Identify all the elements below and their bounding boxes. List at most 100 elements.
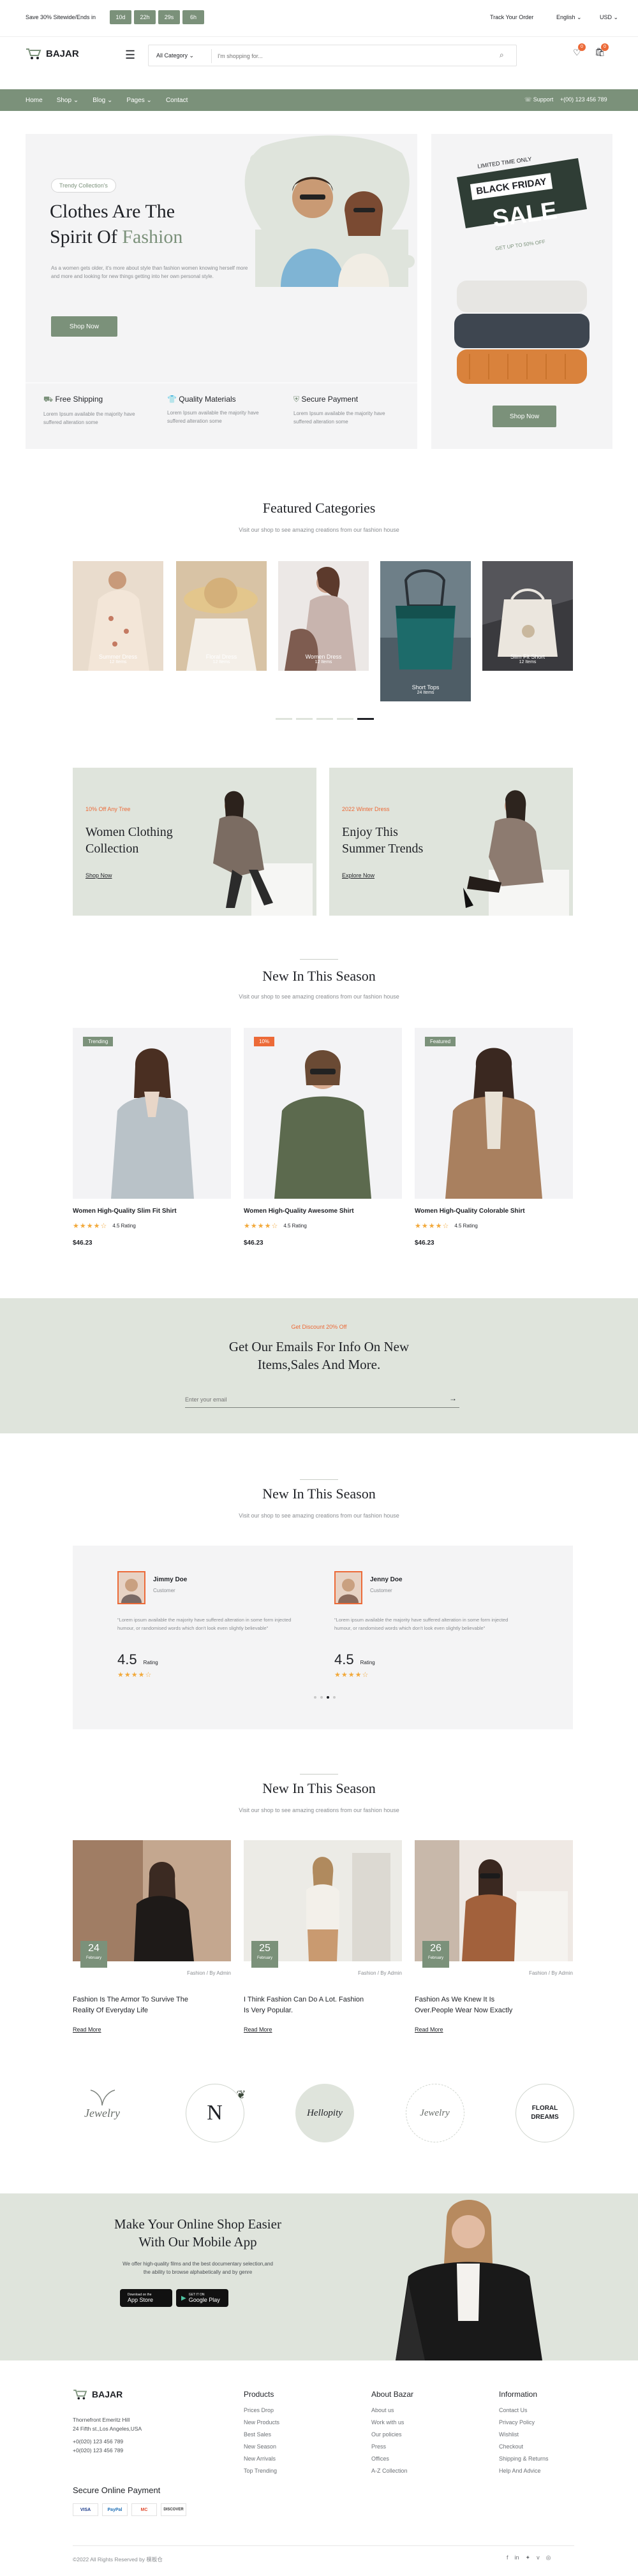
- carousel-dot[interactable]: [276, 718, 292, 720]
- search-icon[interactable]: ⌕: [500, 50, 504, 60]
- blog-card-2[interactable]: 25 February Fashion / By Admin I Think Fa…: [244, 1840, 402, 2044]
- brand-logo-n[interactable]: N ❦: [185, 2084, 246, 2142]
- category-card-4[interactable]: Short Tops 24 Items: [380, 561, 471, 701]
- category-card-2[interactable]: Floral Dress 12 Items: [176, 561, 267, 671]
- nav-shop[interactable]: Shop ⌄: [57, 97, 79, 104]
- footer-link[interactable]: A-Z Collection: [371, 2465, 473, 2477]
- cart-logo-icon: [26, 47, 42, 60]
- nav-contact[interactable]: Contact: [166, 97, 188, 104]
- brand-logo-jewelry[interactable]: Jewelry: [70, 2081, 134, 2145]
- promo-link[interactable]: Shop Now: [85, 872, 112, 879]
- app-store-button[interactable]: Download on the App Store: [120, 2289, 172, 2307]
- hero-title-accent: Fashion: [122, 226, 183, 247]
- footer-link[interactable]: Prices Drop: [244, 2404, 346, 2417]
- date-day: 25: [259, 1943, 271, 1954]
- carousel-dot[interactable]: [314, 1696, 316, 1699]
- read-more-link[interactable]: Read More: [244, 2026, 272, 2033]
- app-store-text: Download on the App Store: [128, 2293, 153, 2303]
- logo[interactable]: BAJAR: [26, 47, 79, 60]
- footer-col-information: Information Contact Us Privacy Policy Wi…: [499, 2389, 601, 2477]
- footer-link[interactable]: New Products: [244, 2417, 346, 2429]
- product-card-3[interactable]: Featured Women High-Quality Colorable Sh…: [415, 1028, 573, 1257]
- twitter-icon[interactable]: ✦: [526, 2554, 531, 2561]
- carousel-dot[interactable]: [337, 718, 353, 720]
- google-play-button[interactable]: ▶ GET IT ON Google Play: [176, 2289, 228, 2307]
- language-select[interactable]: English ⌄: [556, 14, 582, 21]
- feature-free-shipping: ⛟ Free Shipping Lorem Ipsum available th…: [43, 395, 158, 427]
- footer-link[interactable]: Press: [371, 2441, 473, 2453]
- footer-logo[interactable]: BAJAR: [73, 2389, 122, 2400]
- hero-description: As a women gets older, it's more about s…: [51, 265, 248, 279]
- promo-link[interactable]: Explore Now: [342, 872, 375, 879]
- carousel-dot-active[interactable]: [327, 1696, 329, 1699]
- category-select[interactable]: All Category ⌄: [156, 52, 194, 59]
- nav-home[interactable]: Home: [26, 97, 43, 104]
- leaf-icon: [90, 2089, 115, 2106]
- track-order-link[interactable]: Track Your Order: [490, 14, 533, 20]
- product-photo: [445, 1048, 542, 1199]
- support-label: Support: [533, 96, 554, 103]
- category-card-3[interactable]: Women Dress 12 Items: [278, 561, 369, 671]
- product-card-1[interactable]: Trending Women High-Quality Slim Fit Shi…: [73, 1028, 231, 1257]
- footer-link[interactable]: Our policies: [371, 2429, 473, 2441]
- footer-link[interactable]: Shipping & Returns: [499, 2453, 601, 2465]
- title-divider: [300, 1479, 338, 1480]
- product-image: [73, 1028, 231, 1199]
- category-card-5[interactable]: Slim Fit Short 12 Items: [482, 561, 573, 671]
- footer-link[interactable]: Top Trending: [244, 2465, 346, 2477]
- menu-icon[interactable]: ☰: [125, 48, 135, 62]
- countdown-days: 10d: [110, 10, 131, 24]
- paypal-icon: PayPal: [102, 2503, 128, 2516]
- copyright: ©2022 All Rights Reserved by 模板仓: [73, 2556, 163, 2563]
- footer-link[interactable]: Help And Advice: [499, 2465, 601, 2477]
- read-more-link[interactable]: Read More: [415, 2026, 443, 2033]
- nav-blog[interactable]: Blog ⌄: [93, 97, 112, 104]
- carousel-dot[interactable]: [333, 1696, 336, 1699]
- currency-select[interactable]: USD ⌄: [600, 14, 618, 21]
- promo-text: Save 30% Sitewide/Ends in: [26, 14, 96, 20]
- footer-link[interactable]: Privacy Policy: [499, 2417, 601, 2429]
- footer-link[interactable]: Contact Us: [499, 2404, 601, 2417]
- linkedin-icon[interactable]: in: [515, 2554, 519, 2561]
- blog-card-1[interactable]: 24 February Fashion / By Admin Fashion Is…: [73, 1840, 231, 2044]
- arrow-right-icon[interactable]: →: [449, 1394, 457, 1403]
- testimonials-panel: Jimmy Doe Customer "Lorem ipsum availabl…: [73, 1546, 573, 1729]
- blog-meta: Fashion / By Admin: [529, 1970, 573, 1976]
- product-card-2[interactable]: 10% Women High-Quality Awesome Shirt ★★★…: [244, 1028, 402, 1257]
- support[interactable]: ☏ Support +(00) 123 456 789: [524, 96, 607, 103]
- blog-date: 25 February: [251, 1941, 278, 1968]
- footer-link[interactable]: Best Sales: [244, 2429, 346, 2441]
- rating-label: 4.5 Rating: [283, 1223, 307, 1229]
- hero-shop-now-button[interactable]: Shop Now: [51, 316, 117, 337]
- brand-logo-floral-dreams[interactable]: FLORAL DREAMS: [516, 2084, 574, 2142]
- instagram-icon[interactable]: ◎: [546, 2554, 551, 2561]
- nav-pages[interactable]: Pages ⌄: [126, 97, 152, 104]
- secure-payment-title: Secure Online Payment: [73, 2485, 161, 2495]
- facebook-icon[interactable]: f: [507, 2554, 508, 2561]
- wishlist-button[interactable]: ♡ 0: [573, 43, 586, 58]
- read-more-link[interactable]: Read More: [73, 2026, 101, 2033]
- language-value: English: [556, 14, 575, 20]
- email-field[interactable]: [185, 1393, 427, 1407]
- carousel-dot-active[interactable]: [357, 718, 374, 720]
- vimeo-icon[interactable]: v: [537, 2554, 540, 2561]
- blog-card-3[interactable]: 26 February Fashion / By Admin Fashion As…: [415, 1840, 573, 2044]
- sale-shop-now-button[interactable]: Shop Now: [493, 406, 556, 427]
- footer-link[interactable]: Checkout: [499, 2441, 601, 2453]
- footer-link[interactable]: New Season: [244, 2441, 346, 2453]
- footer-link[interactable]: Offices: [371, 2453, 473, 2465]
- footer-link[interactable]: Wishlist: [499, 2429, 601, 2441]
- carousel-dot[interactable]: [296, 718, 313, 720]
- carousel-dot[interactable]: [316, 718, 333, 720]
- footer-divider: [73, 2545, 574, 2546]
- category-count: 12 Items: [315, 660, 332, 664]
- footer-link[interactable]: New Arrivals: [244, 2453, 346, 2465]
- footer-link[interactable]: Work with us: [371, 2417, 473, 2429]
- footer-link[interactable]: About us: [371, 2404, 473, 2417]
- carousel-dot[interactable]: [320, 1696, 323, 1699]
- brand-logo-hellopity[interactable]: Hellopity: [295, 2084, 354, 2142]
- brand-logo-jewelry-2[interactable]: Jewelry: [405, 2084, 464, 2142]
- search-input[interactable]: [218, 49, 473, 63]
- cart-button[interactable]: 🛍 0: [595, 43, 609, 57]
- category-card-1[interactable]: Summer Dress 12 Items: [73, 561, 163, 671]
